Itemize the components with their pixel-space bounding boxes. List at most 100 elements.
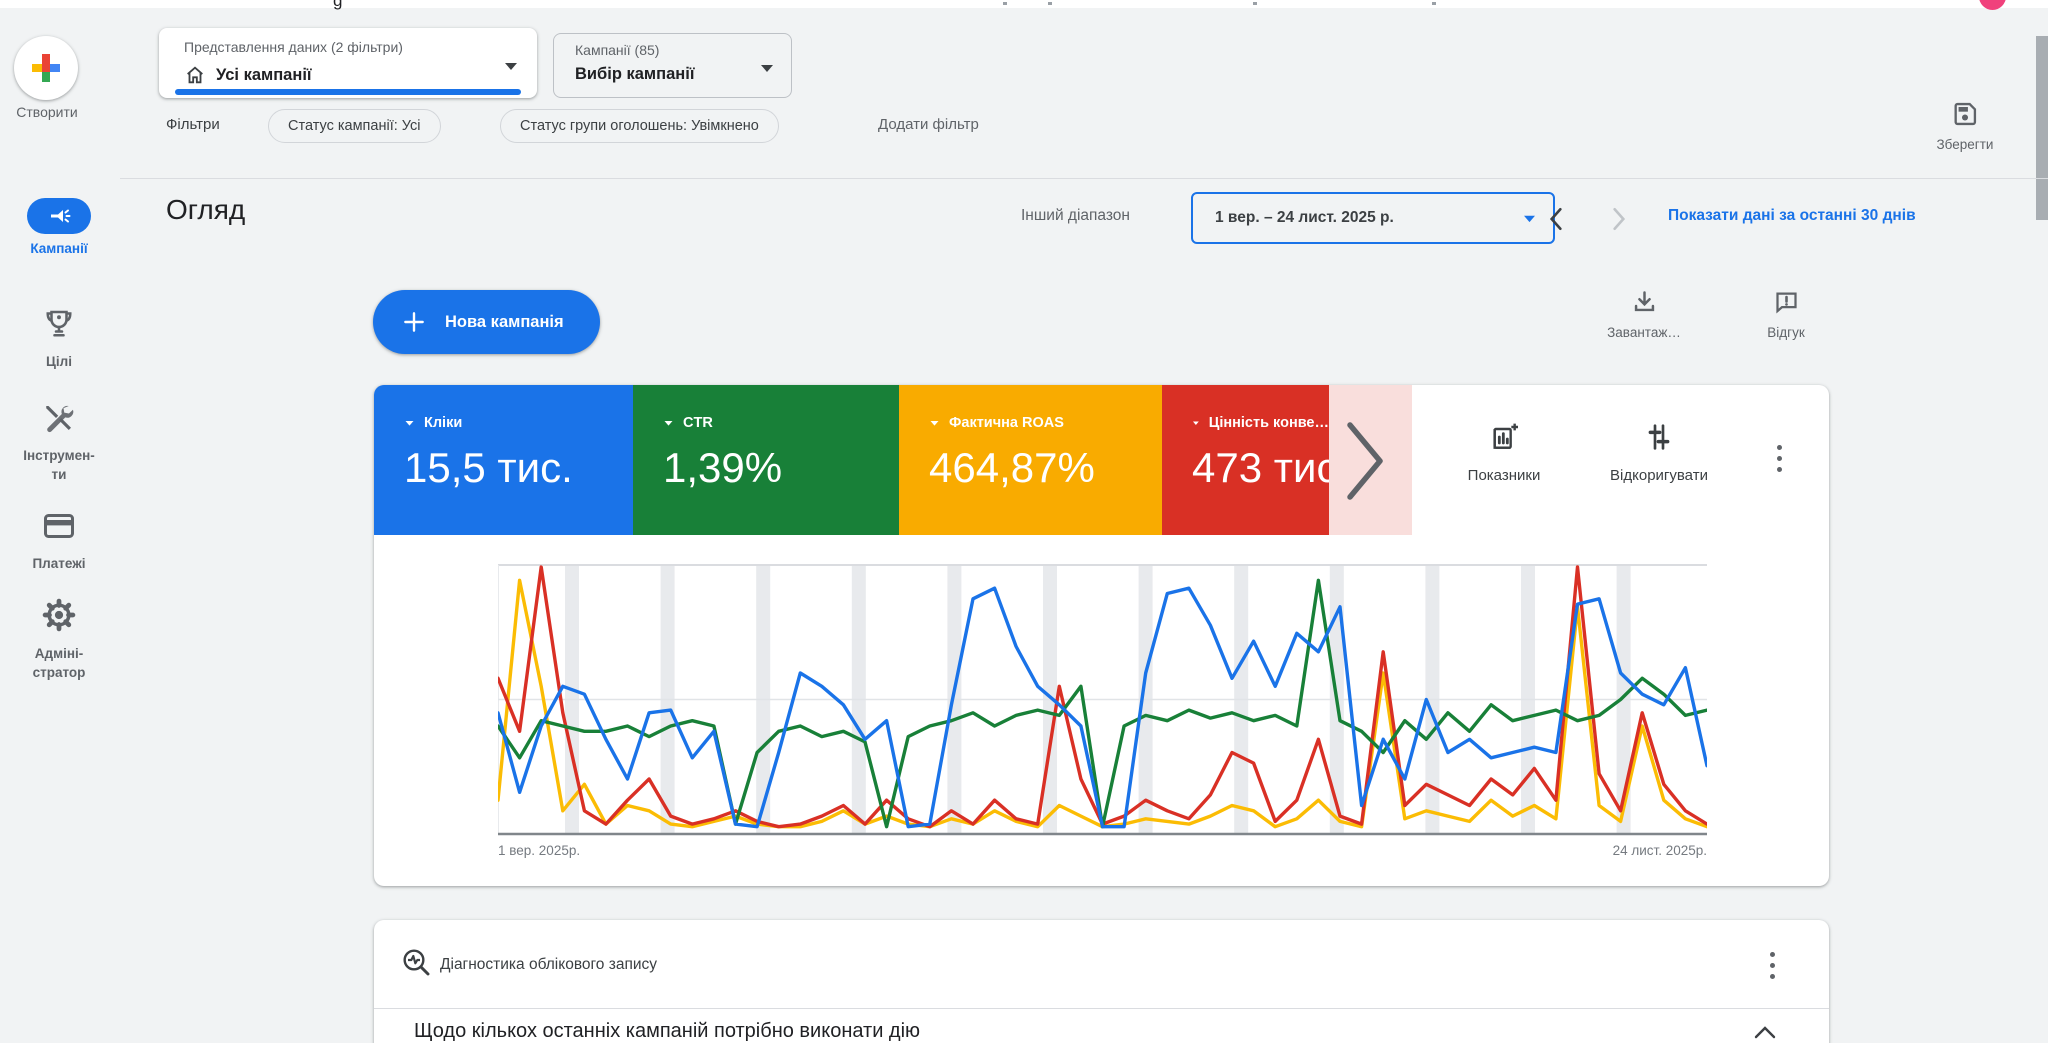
divider <box>120 178 2048 179</box>
sidebar-item-goals[interactable]: Цілі <box>0 306 118 371</box>
topbar-fragment <box>1048 2 1052 5</box>
caret-down-icon <box>1192 421 1199 425</box>
filters-label: Фільтри <box>166 116 220 133</box>
tools-icon <box>46 405 74 433</box>
next-range-button[interactable] <box>1598 198 1640 240</box>
date-range-label: Інший діапазон <box>1021 207 1130 224</box>
x-axis-end-label: 24 лист. 2025р. <box>1612 843 1707 858</box>
sidebar-item-label: Адміні- <box>34 646 84 661</box>
feedback-label: Відгук <box>1767 325 1805 340</box>
chevron-right-icon <box>1347 422 1383 500</box>
active-view-indicator <box>175 89 521 95</box>
sidebar-item-billing[interactable]: Платежі <box>0 508 118 573</box>
home-icon <box>187 66 203 84</box>
save-button[interactable]: Зберегти <box>1905 100 2025 152</box>
campaign-select-value: Вибір кампанії <box>575 65 695 83</box>
adjust-button[interactable]: Відкоригувати <box>1584 421 1734 484</box>
metric-value: 1,39% <box>663 444 783 491</box>
trophy-icon <box>46 310 72 337</box>
sidebar-item-label: Цілі <box>46 354 72 369</box>
metrics-button[interactable]: Показники <box>1429 421 1579 484</box>
diagnostics-header[interactable]: Діагностика облікового запису <box>374 920 1829 1008</box>
campaign-select-dropdown[interactable]: Кампанії (85) Вибір кампанії <box>553 33 792 98</box>
topbar-fragment <box>1003 2 1007 5</box>
metric-label: Цінність конве… <box>1208 415 1329 431</box>
sidebar: Створити Кампанії Цілі Інструмен- ти Пла… <box>0 0 120 1043</box>
show-last-30-days-link[interactable]: Показати дані за останні 30 днів <box>1668 207 1916 225</box>
caret-down-icon <box>930 421 939 426</box>
megaphone-icon <box>27 198 91 234</box>
date-range-value: 1 вер. – 24 лист. 2025 р. <box>1215 209 1394 226</box>
metrics-chart-icon <box>1493 423 1518 449</box>
avatar[interactable] <box>1979 0 2006 10</box>
diagnostics-menu-button[interactable] <box>1759 942 1785 988</box>
sidebar-item-campaigns[interactable]: Кампанії <box>0 198 118 258</box>
card-icon <box>44 514 74 538</box>
metric-value: 15,5 тис. <box>404 444 573 491</box>
new-campaign-label: Нова кампанія <box>445 312 564 331</box>
download-icon <box>1634 291 1654 312</box>
date-range-picker[interactable]: 1 вер. – 24 лист. 2025 р. <box>1191 192 1555 244</box>
metrics-button-label: Показники <box>1467 467 1541 484</box>
scroll-metrics-right-button[interactable] <box>1338 417 1390 510</box>
topbar-clipped-text: g <box>333 0 343 10</box>
metric-card-clicks[interactable]: Кліки 15,5 тис. <box>374 385 633 535</box>
sidebar-item-label: Інструмен- <box>23 448 95 463</box>
chevron-down-icon <box>505 63 517 70</box>
metric-value: 464,87% <box>929 444 1095 491</box>
diagnostics-icon <box>403 949 430 976</box>
sidebar-item-admin[interactable]: Адміні- стратор <box>0 596 118 682</box>
metric-label: Фактична ROAS <box>949 415 1064 431</box>
data-view-label: Представлення даних (2 фільтри) <box>184 39 403 55</box>
plus-icon <box>404 312 424 332</box>
adjust-button-label: Відкоригувати <box>1610 467 1708 484</box>
sidebar-item-label: Кампанії <box>30 241 88 256</box>
save-label: Зберегти <box>1936 137 1994 152</box>
new-campaign-button[interactable]: Нова кампанія <box>373 290 600 354</box>
caret-down-icon <box>405 421 414 426</box>
x-axis-start-label: 1 вер. 2025р. <box>498 843 581 858</box>
download-button[interactable]: Завантаж… <box>1584 288 1704 340</box>
add-filter-button[interactable]: Додати фільтр <box>878 116 979 133</box>
metric-value: 473 тис. <box>1192 444 1350 491</box>
previous-range-button[interactable] <box>1535 198 1577 240</box>
collapse-button[interactable] <box>1753 1024 1777 1043</box>
create-button[interactable] <box>14 36 78 100</box>
gear-icon <box>42 598 76 632</box>
feedback-icon <box>1775 292 1797 314</box>
caret-down-icon <box>664 421 673 426</box>
diagnostics-title: Діагностика облікового запису <box>440 956 658 973</box>
feedback-button[interactable]: Відгук <box>1726 288 1846 340</box>
metric-label: CTR <box>683 415 713 431</box>
chevron-up-icon <box>1754 1026 1776 1039</box>
sidebar-item-label-line2: стратор <box>32 665 86 680</box>
overview-chart[interactable] <box>496 563 1709 838</box>
metric-label: Кліки <box>424 415 463 431</box>
filter-chip-campaign-status[interactable]: Статус кампанії: Усі <box>268 109 441 143</box>
divider <box>374 1008 1829 1009</box>
download-label: Завантаж… <box>1607 325 1681 340</box>
data-view-dropdown[interactable]: Представлення даних (2 фільтри) Усі камп… <box>159 28 537 98</box>
topbar-fragment <box>1253 2 1257 5</box>
data-view-value: Усі кампанії <box>216 65 312 84</box>
chevron-down-icon <box>761 65 773 72</box>
metric-card-conversion-value[interactable]: Цінність конве… 473 тис. <box>1162 385 1350 535</box>
metric-card-roas[interactable]: Фактична ROAS 464,87% <box>899 385 1162 535</box>
topbar-sliver <box>0 0 2048 8</box>
page-title: Огляд <box>166 194 246 225</box>
overview-summary-card: Кліки 15,5 тис. CTR 1,39% Фактична ROAS … <box>374 385 1829 886</box>
card-menu-button[interactable] <box>1766 435 1792 481</box>
sidebar-item-label-line2: ти <box>51 467 67 482</box>
campaign-select-label: Кампанії (85) <box>575 42 660 58</box>
account-diagnostics-card: Діагностика облікового запису Щодо кільк… <box>374 920 1829 1043</box>
sliders-icon <box>1648 424 1670 450</box>
plus-icon <box>32 54 60 82</box>
filter-chip-adgroup-status[interactable]: Статус групи оголошень: Увімкнено <box>500 109 779 143</box>
create-label: Створити <box>16 104 78 120</box>
diagnostics-alert-text: Щодо кількох останніх кампаній потрібно … <box>414 1020 921 1042</box>
sidebar-item-tools[interactable]: Інструмен- ти <box>0 400 118 484</box>
topbar-fragment <box>1432 2 1436 5</box>
metric-card-ctr[interactable]: CTR 1,39% <box>633 385 899 535</box>
scrollbar[interactable] <box>2036 36 2048 220</box>
save-icon <box>1954 102 1977 126</box>
